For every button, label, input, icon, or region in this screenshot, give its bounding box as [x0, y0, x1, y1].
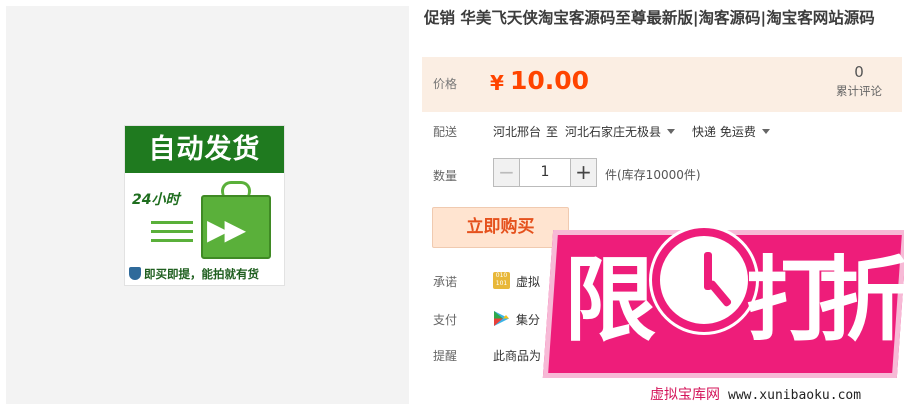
payment-text: 集分 [516, 313, 541, 327]
shipping-destination-select[interactable]: 河北石家庄无极县 [565, 123, 676, 140]
product-image-footer-text: 即买即提，能拍就有货 [144, 267, 259, 281]
quantity-label: 数量 [433, 169, 458, 183]
shipping-label: 配送 [433, 125, 458, 139]
promise-label: 承诺 [433, 275, 458, 289]
review-counter[interactable]: 0 累计评论 [836, 63, 882, 99]
watermark: 虚拟宝库网 www.xunibaoku.com [650, 384, 861, 404]
shipping-origin: 河北邢台 [493, 125, 542, 139]
review-count: 0 [854, 63, 864, 81]
sale-badge-char-limit: 限 [564, 247, 657, 354]
stock-info: 件(库存10000件) [605, 168, 701, 182]
reminder-text: 此商品为 [493, 349, 542, 363]
watermark-url: www.xunibaoku.com [728, 388, 862, 403]
shipping-to: 至 [546, 125, 559, 139]
price-value: 10.00 [510, 66, 590, 95]
product-image-hours: 24小时 [132, 192, 180, 208]
product-image-footer: 即买即提，能拍就有货 [125, 263, 284, 285]
promise-text: 虚拟 [516, 275, 541, 289]
watermark-site: 虚拟宝库网 [650, 387, 720, 403]
shipping-method: 快递 免运费 [692, 125, 756, 139]
quantity-input[interactable]: 1 [520, 158, 570, 187]
reminder-label: 提醒 [433, 349, 458, 363]
sale-badge: 限 打 折 [542, 222, 904, 382]
shield-icon [129, 267, 141, 280]
quantity-increase-button[interactable]: + [570, 158, 597, 187]
price-currency: ¥ [490, 71, 504, 95]
virtual-goods-icon: 010 101 [493, 272, 510, 289]
quantity-stepper: − 1 + [493, 158, 597, 187]
play-store-icon [494, 311, 509, 326]
quantity-decrease-button[interactable]: − [493, 158, 520, 187]
shipping-destination: 河北石家庄无极县 [565, 125, 662, 139]
price-panel: 价格 ¥ 10.00 0 累计评论 [422, 57, 902, 112]
speed-lines-icon [151, 221, 193, 248]
fast-forward-icon: ▶▶ [207, 213, 246, 246]
shipping-method-select[interactable]: 快递 免运费 [692, 123, 770, 140]
product-image[interactable]: 自动发货 24小时 ▶▶ 即买即提，能拍就有货 [124, 125, 285, 286]
product-image-headline: 自动发货 [125, 126, 284, 173]
chevron-down-icon [761, 129, 770, 134]
clock-icon [652, 228, 756, 332]
product-title: 促销 华美飞天侠淘宝客源码至尊最新版|淘客源码|淘宝客网站源码 [424, 9, 875, 27]
product-image-body: 24小时 ▶▶ [125, 173, 284, 266]
chevron-down-icon [667, 129, 676, 134]
review-label: 累计评论 [836, 84, 882, 98]
sale-badge-char-discount: 折 [818, 247, 904, 354]
payment-label: 支付 [433, 313, 458, 327]
price-label: 价格 [433, 77, 458, 91]
product-image-panel: 自动发货 24小时 ▶▶ 即买即提，能拍就有货 [6, 6, 409, 404]
clock-hand-minute [706, 279, 733, 308]
